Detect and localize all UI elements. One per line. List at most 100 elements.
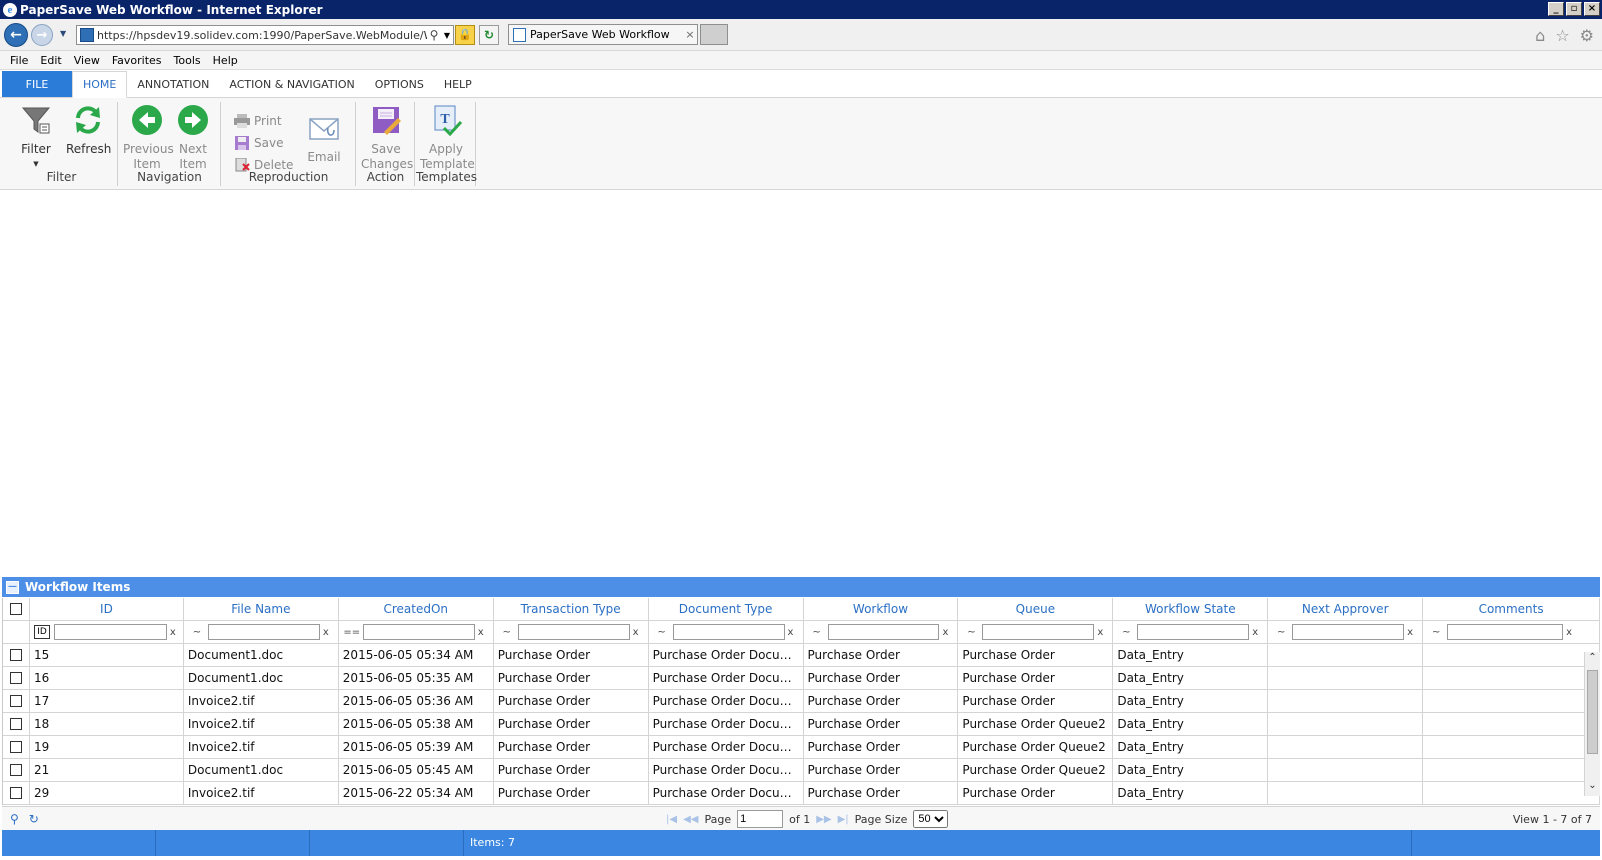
filter-op-created-on[interactable]: == [341, 627, 363, 638]
print-button[interactable]: Print [234, 114, 282, 128]
filter-clear-next-approver[interactable]: x [1404, 627, 1416, 638]
filter-clear-created-on[interactable]: x [475, 627, 487, 638]
filter-op-next-approver[interactable]: ~ [1270, 627, 1292, 638]
menu-favorites[interactable]: Favorites [106, 54, 168, 67]
tab-annotation[interactable]: ANNOTATION [127, 71, 219, 97]
next-page-icon[interactable]: ▶▶ [816, 814, 831, 825]
filter-input-workflow-state[interactable] [1137, 624, 1250, 640]
page-number-input[interactable] [737, 810, 784, 828]
row-checkbox[interactable] [9, 741, 22, 753]
last-page-icon[interactable]: ▶| [838, 814, 849, 825]
filter-op-document-type[interactable]: ~ [651, 627, 673, 638]
column-header-comments[interactable]: Comments [1423, 598, 1601, 621]
back-button[interactable]: ← [4, 23, 28, 47]
first-page-icon[interactable]: |◀ [666, 814, 677, 825]
column-header-workflow[interactable]: Workflow [803, 598, 959, 621]
row-checkbox[interactable] [9, 764, 22, 776]
next-item-button[interactable]: Next Item [171, 104, 215, 172]
search-icon[interactable]: ⚲ [427, 28, 441, 42]
filter-clear-workflow[interactable]: x [939, 627, 951, 638]
address-bar[interactable]: https://hpsdev19.solidev.com:1990/PaperS… [76, 25, 454, 45]
column-header-document-type[interactable]: Document Type [648, 598, 804, 621]
table-row[interactable]: 15 Document1.doc 2015-06-05 05:34 AM Pur… [3, 644, 1601, 667]
filter-op-queue[interactable]: ~ [960, 627, 982, 638]
filter-op-transaction-type[interactable]: ~ [496, 627, 518, 638]
panel-toggle-icon[interactable]: — [6, 580, 19, 594]
lock-icon[interactable]: 🔒 [455, 25, 475, 45]
filter-input-transaction-type[interactable] [517, 624, 630, 640]
address-dropdown-icon[interactable]: ▼ [441, 31, 453, 40]
column-header-id[interactable]: ID [29, 598, 184, 621]
home-icon[interactable]: ⌂ [1535, 26, 1545, 45]
select-all-checkbox[interactable] [9, 603, 22, 615]
gear-icon[interactable]: ⚙ [1580, 26, 1594, 45]
column-header-next-approver[interactable]: Next Approver [1268, 598, 1424, 621]
menu-help[interactable]: Help [207, 54, 244, 67]
filter-clear-file-name[interactable]: x [320, 627, 332, 638]
filter-clear-queue[interactable]: x [1094, 627, 1106, 638]
filter-op-id[interactable]: ID [33, 625, 50, 639]
tab-file[interactable]: FILE [2, 71, 72, 97]
row-checkbox[interactable] [9, 695, 22, 707]
row-checkbox[interactable] [9, 718, 22, 730]
filter-op-comments[interactable]: ~ [1425, 627, 1447, 638]
search-icon[interactable]: ⚲ [10, 812, 19, 826]
filter-input-created-on[interactable] [362, 624, 475, 640]
tab-action-navigation[interactable]: ACTION & NAVIGATION [219, 71, 364, 97]
refresh-button[interactable]: Refresh [66, 104, 111, 157]
row-checkbox[interactable] [9, 672, 22, 684]
filter-input-workflow[interactable] [827, 624, 940, 640]
previous-item-button[interactable]: Previous Item [123, 104, 174, 172]
row-checkbox[interactable] [9, 787, 22, 799]
forward-button[interactable]: → [31, 24, 53, 46]
menu-tools[interactable]: Tools [168, 54, 207, 67]
save-changes-button[interactable]: Save Changes [361, 104, 413, 172]
filter-input-file-name[interactable] [207, 624, 320, 640]
browser-tab[interactable]: PaperSave Web Workflow × [508, 24, 698, 45]
column-header-created-on[interactable]: CreatedOn [338, 598, 494, 621]
filter-input-comments[interactable] [1447, 624, 1564, 640]
new-tab-button[interactable] [700, 24, 728, 45]
scroll-up-icon[interactable]: ⌃ [1585, 652, 1600, 668]
scroll-thumb[interactable] [1587, 670, 1598, 754]
minimize-button[interactable]: _ [1548, 2, 1564, 16]
grid-vertical-scrollbar[interactable]: ⌃ ⌄ [1584, 652, 1600, 796]
filter-input-queue[interactable] [982, 624, 1095, 640]
menu-edit[interactable]: Edit [34, 54, 67, 67]
apply-template-button[interactable]: T Apply Template [420, 104, 475, 172]
prev-page-icon[interactable]: ◀◀ [683, 814, 698, 825]
table-row[interactable]: 29 Invoice2.tif 2015-06-22 05:34 AM Purc… [3, 782, 1601, 805]
row-checkbox[interactable] [9, 649, 22, 661]
browser-refresh-icon[interactable]: ↻ [479, 25, 499, 45]
filter-clear-comments[interactable]: x [1563, 627, 1575, 638]
email-button[interactable]: Email [302, 112, 346, 165]
filter-op-workflow[interactable]: ~ [806, 627, 828, 638]
tab-home[interactable]: HOME [72, 71, 128, 98]
column-header-file-name[interactable]: File Name [183, 598, 339, 621]
table-row[interactable]: 16 Document1.doc 2015-06-05 05:35 AM Pur… [3, 667, 1601, 690]
table-row[interactable]: 17 Invoice2.tif 2015-06-05 05:36 AM Purc… [3, 690, 1601, 713]
history-dropdown-icon[interactable]: ▼ [60, 29, 66, 38]
table-row[interactable]: 19 Invoice2.tif 2015-06-05 05:39 AM Purc… [3, 736, 1601, 759]
menu-file[interactable]: File [4, 54, 34, 67]
filter-op-file-name[interactable]: ~ [186, 627, 208, 638]
filter-input-document-type[interactable] [672, 624, 785, 640]
restore-button[interactable]: ▫ [1566, 2, 1582, 16]
tab-close-icon[interactable]: × [683, 28, 697, 41]
column-header-queue[interactable]: Queue [958, 598, 1114, 621]
filter-clear-transaction-type[interactable]: x [630, 627, 642, 638]
filter-clear-document-type[interactable]: x [785, 627, 797, 638]
filter-button[interactable]: Filter ▼ [16, 104, 56, 172]
address-url[interactable]: https://hpsdev19.solidev.com:1990/PaperS… [97, 29, 427, 42]
scroll-down-icon[interactable]: ⌄ [1585, 780, 1600, 796]
filter-input-id[interactable] [53, 624, 167, 640]
page-size-select[interactable]: 50 [913, 810, 949, 828]
close-window-button[interactable]: × [1584, 2, 1600, 16]
filter-input-next-approver[interactable] [1292, 624, 1405, 640]
filter-clear-id[interactable]: x [167, 627, 179, 638]
tab-options[interactable]: OPTIONS [365, 71, 434, 97]
table-row[interactable]: 18 Invoice2.tif 2015-06-05 05:38 AM Purc… [3, 713, 1601, 736]
table-row[interactable]: 21 Document1.doc 2015-06-05 05:45 AM Pur… [3, 759, 1601, 782]
tab-help[interactable]: HELP [434, 71, 482, 97]
favorites-star-icon[interactable]: ☆ [1555, 26, 1569, 45]
